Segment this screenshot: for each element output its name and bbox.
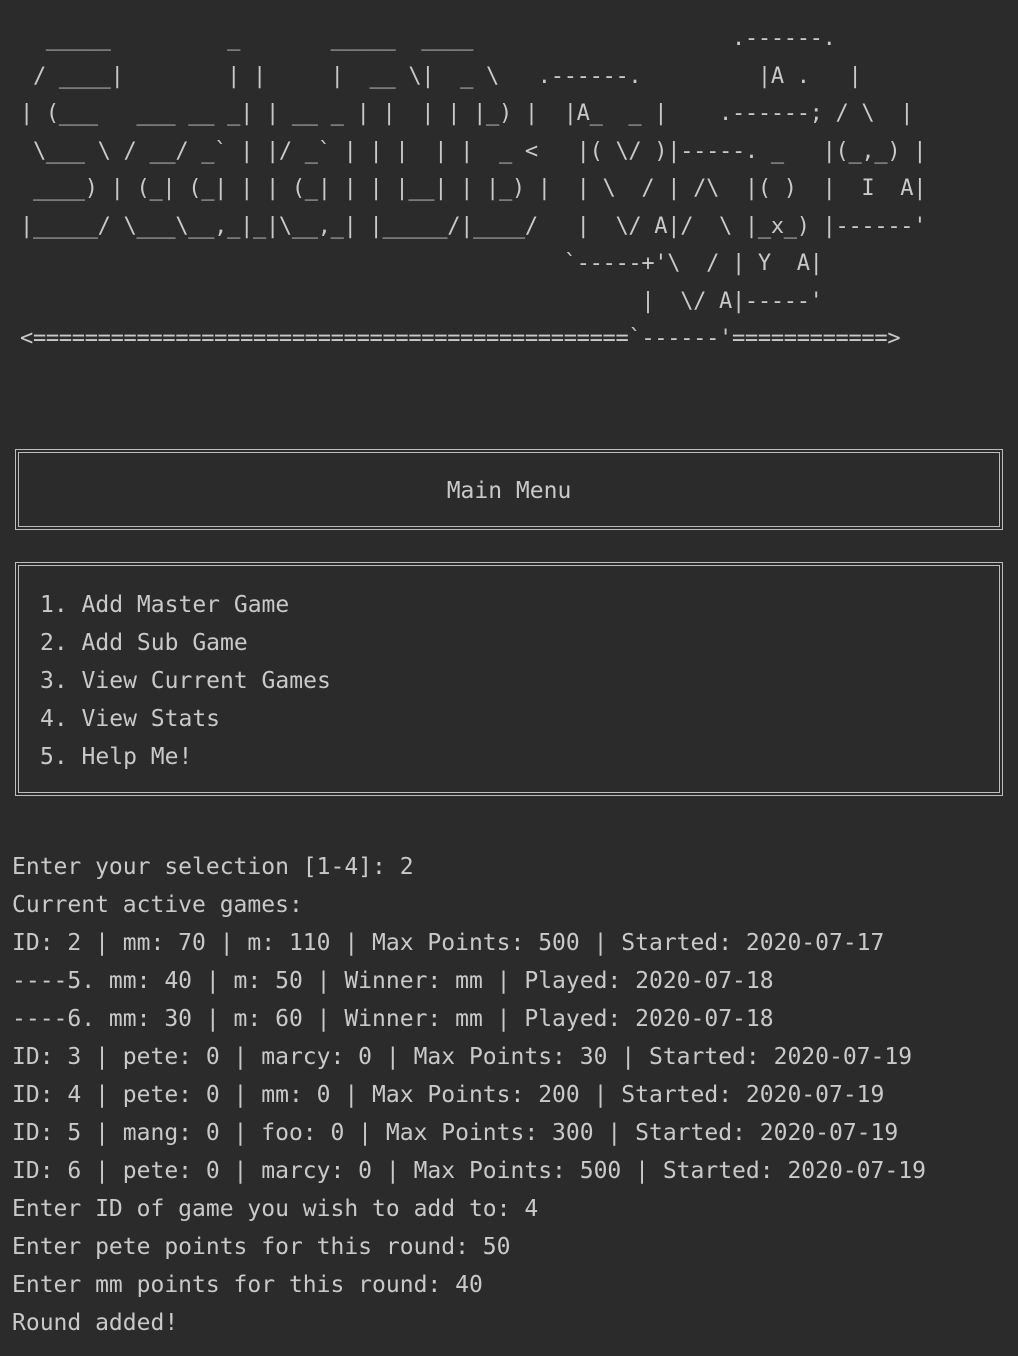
game-id-prompt-line: Enter ID of game you wish to add to: 4 <box>12 1196 539 1222</box>
menu-list: 1. Add Master Game 2. Add Sub Game 3. Vi… <box>40 586 331 776</box>
pete-points-prompt-line: Enter pete points for this round: 50 <box>12 1234 511 1260</box>
mm-points-prompt-line: Enter mm points for this round: 40 <box>12 1272 483 1298</box>
ascii-banner: _____ _ _____ ____ .------. / ____| | | … <box>20 26 927 351</box>
console-output: Enter your selection [1-4]: 2 Current ac… <box>12 848 1012 1342</box>
sub-game-row: ----6. mm: 30 | m: 60 | Winner: mm | Pla… <box>12 1006 774 1032</box>
main-menu-title: Main Menu <box>446 478 572 504</box>
menu-item-view-stats: 4. View Stats <box>40 706 221 732</box>
menu-item-add-sub-game: 2. Add Sub Game <box>40 630 248 656</box>
round-added-message: Round added! <box>12 1310 179 1336</box>
game-row: ID: 2 | mm: 70 | m: 110 | Max Points: 50… <box>12 930 885 956</box>
sub-game-row: ----5. mm: 40 | m: 50 | Winner: mm | Pla… <box>12 968 774 994</box>
active-games-heading: Current active games: <box>12 892 303 918</box>
game-row: ID: 5 | mang: 0 | foo: 0 | Max Points: 3… <box>12 1120 899 1146</box>
main-menu-box: 1. Add Master Game 2. Add Sub Game 3. Vi… <box>15 562 1003 796</box>
game-row: ID: 6 | pete: 0 | marcy: 0 | Max Points:… <box>12 1158 926 1184</box>
menu-item-view-current-games: 3. View Current Games <box>40 668 331 694</box>
main-menu-title-box: Main Menu <box>15 449 1003 530</box>
terminal-window[interactable]: _____ _ _____ ____ .------. / ____| | | … <box>0 0 1018 1356</box>
game-row: ID: 3 | pete: 0 | marcy: 0 | Max Points:… <box>12 1044 913 1070</box>
game-row: ID: 4 | pete: 0 | mm: 0 | Max Points: 20… <box>12 1082 885 1108</box>
menu-item-add-master-game: 1. Add Master Game <box>40 592 290 618</box>
selection-prompt-line: Enter your selection [1-4]: 2 <box>12 854 414 880</box>
menu-item-help: 5. Help Me! <box>40 744 193 770</box>
